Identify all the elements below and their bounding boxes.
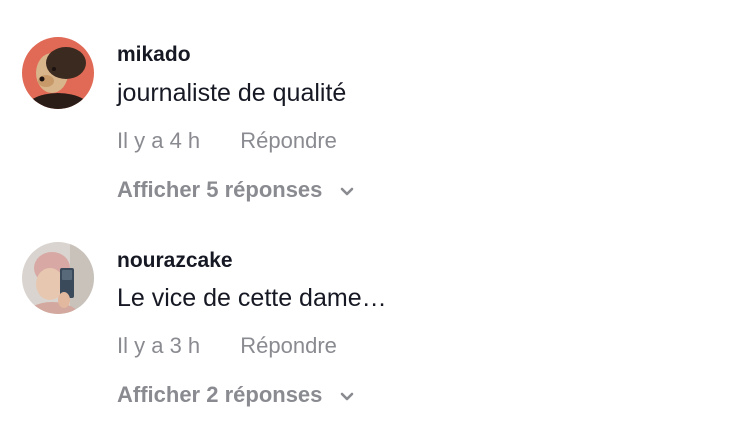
view-replies-label: Afficher 5 réponses [117,177,323,202]
chevron-down-icon [339,383,355,409]
comment-meta: Il y a 4 h Répondre [117,128,337,154]
comment-timestamp: Il y a 3 h [117,333,201,358]
comment-username[interactable]: mikado [117,43,191,67]
view-replies-label: Afficher 2 réponses [117,382,323,407]
avatar[interactable] [22,37,94,109]
reply-button[interactable]: Répondre [240,128,337,154]
comment-meta: Il y a 3 h Répondre [117,333,337,359]
view-replies-button[interactable]: Afficher 5 réponses [117,177,355,204]
reply-button[interactable]: Répondre [240,333,337,359]
dog-avatar-icon [22,37,94,109]
view-replies-button[interactable]: Afficher 2 réponses [117,382,355,409]
comment-timestamp: Il y a 4 h [117,128,201,153]
comment-username[interactable]: nourazcake [117,249,233,273]
comment-text: journaliste de qualité [117,79,347,107]
avatar[interactable] [22,242,94,314]
chevron-down-icon [339,178,355,204]
person-selfie-avatar-icon [22,242,94,314]
comment-text: Le vice de cette dame… [117,284,387,312]
